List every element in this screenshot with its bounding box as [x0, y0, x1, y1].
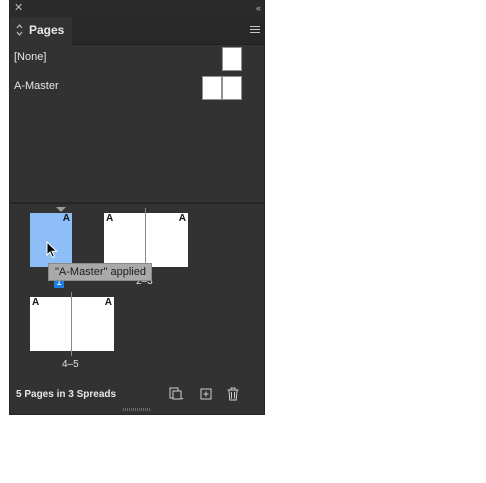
resize-grip[interactable] — [123, 408, 151, 411]
applied-master-tooltip: "A-Master" applied — [48, 263, 152, 281]
spread-spine — [145, 208, 146, 268]
page-count-status: 5 Pages in 3 Spreads — [16, 389, 117, 400]
master-a-left-thumbnail[interactable] — [202, 76, 222, 100]
page-3-thumbnail[interactable]: A — [146, 213, 188, 267]
tab-pages[interactable]: Pages — [10, 17, 72, 45]
up-down-arrows-icon — [16, 24, 23, 36]
master-prefix-letter: A — [32, 297, 40, 308]
master-item-none[interactable]: [None] — [14, 51, 46, 64]
panel-title-bar[interactable]: ✕ ‹‹ — [10, 0, 264, 17]
master-a-right-thumbnail[interactable] — [222, 76, 242, 100]
master-prefix-letter: A — [104, 297, 112, 308]
mouse-pointer-icon — [46, 241, 58, 259]
trash-icon[interactable] — [225, 387, 241, 401]
spread-start-marker — [56, 207, 66, 212]
spread-label-4-5: 4–5 — [62, 359, 79, 370]
pages-panel: ✕ ‹‹ Pages [None] A-Master A 1 A A 2–3 A — [10, 0, 264, 414]
section-divider[interactable] — [10, 202, 264, 204]
page-5-thumbnail[interactable]: A — [72, 297, 114, 351]
master-prefix-letter: A — [178, 213, 186, 224]
tab-label: Pages — [29, 23, 65, 37]
tab-bar: Pages — [10, 17, 264, 45]
spread-spine — [71, 292, 72, 356]
page-4-thumbnail[interactable]: A — [30, 297, 72, 351]
edit-page-size-icon[interactable] — [168, 387, 184, 401]
master-item-a-master[interactable]: A-Master — [14, 80, 59, 93]
master-prefix-letter: A — [62, 213, 70, 224]
collapse-icon[interactable]: ‹‹ — [256, 3, 261, 13]
close-icon[interactable]: ✕ — [14, 2, 23, 14]
master-none-thumbnail[interactable] — [222, 47, 242, 71]
page-2-thumbnail[interactable]: A — [104, 213, 146, 267]
hamburger-menu-icon[interactable] — [250, 26, 260, 34]
new-page-icon[interactable] — [198, 387, 214, 401]
master-prefix-letter: A — [106, 213, 114, 224]
